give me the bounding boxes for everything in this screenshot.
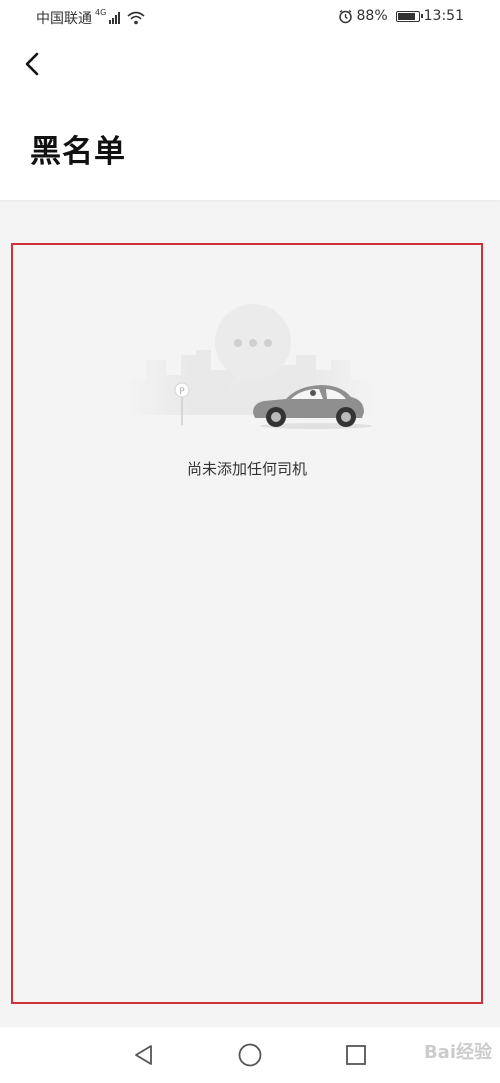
clock: 13:51 [423, 8, 464, 24]
signal-icon [109, 12, 121, 24]
empty-state-message: 尚未添加任何司机 [186, 460, 307, 478]
header: 黑名单 [0, 36, 500, 200]
empty-illustration: P [126, 304, 376, 429]
nav-back-button[interactable] [130, 1041, 158, 1069]
nav-recent-button[interactable] [342, 1041, 370, 1069]
nav-home-icon [238, 1043, 262, 1067]
nav-recent-icon [346, 1045, 366, 1065]
empty-state-panel: P 尚未添加任何司机 [11, 243, 483, 1004]
nav-back-icon [135, 1045, 152, 1065]
back-button[interactable] [18, 48, 46, 80]
network-type: 4G [95, 7, 107, 17]
battery-fill [397, 12, 415, 20]
status-left: 中国联通 4G [36, 8, 145, 28]
parking-sign-label: P [179, 387, 185, 397]
wifi-icon [127, 11, 145, 25]
battery-percent: 88% [356, 8, 388, 24]
status-bar: 中国联通 4G 88% 13:51 [0, 0, 500, 36]
watermark-logo: Bai经验 [423, 1042, 492, 1063]
back-arrow-icon [25, 52, 39, 76]
page-title: 黑名单 [30, 134, 126, 170]
alarm-icon [338, 9, 352, 23]
status-right: 88% 13:51 [338, 8, 464, 24]
battery-icon [395, 10, 423, 22]
nav-home-button[interactable] [236, 1041, 264, 1069]
carrier-name: 中国联通 [36, 11, 92, 27]
